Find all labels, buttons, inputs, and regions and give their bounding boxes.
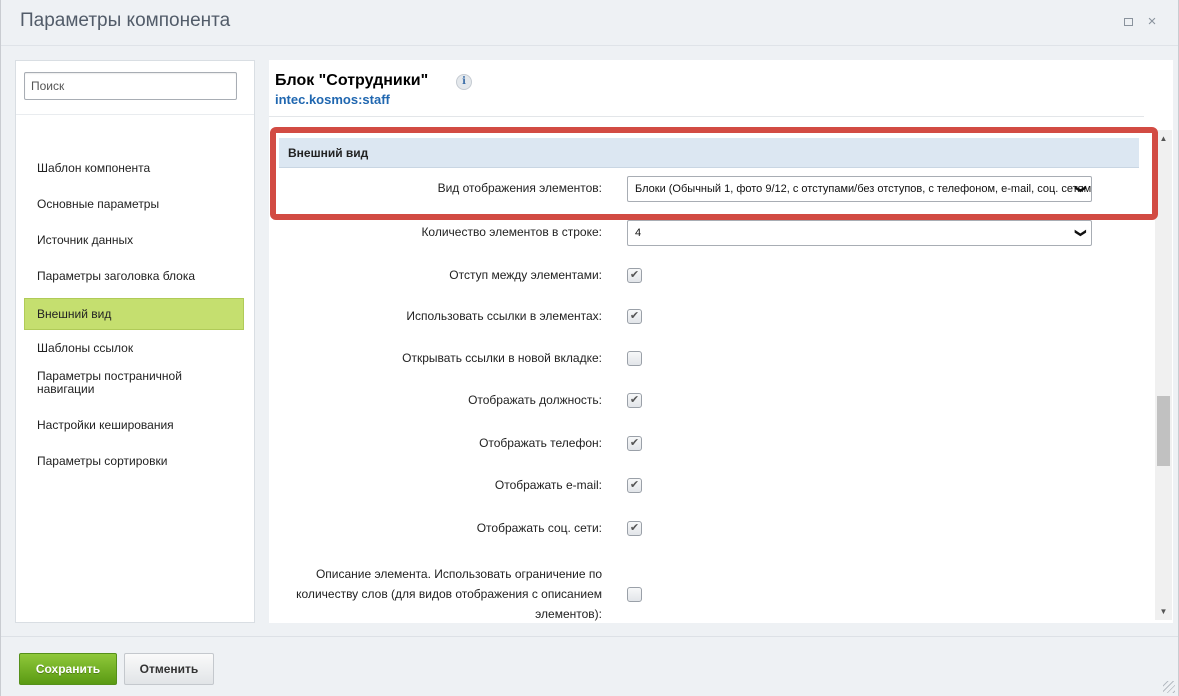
close-icon[interactable]: × <box>1144 14 1160 30</box>
params-scrollbar[interactable]: ▲ ▼ <box>1155 130 1172 620</box>
resize-grip-icon[interactable] <box>1163 681 1175 693</box>
display-type-select[interactable]: Блоки (Обычный 1, фото 9/12, с отступами… <box>627 176 1092 202</box>
param-label: Количество элементов в строке: <box>421 225 602 239</box>
select-value: Блоки (Обычный 1, фото 9/12, с отступами… <box>635 183 1092 195</box>
scroll-down-arrow-icon[interactable]: ▼ <box>1155 603 1172 620</box>
search-area <box>16 61 254 115</box>
param-label: Отображать соц. сети: <box>476 521 602 535</box>
sidebar-item-template[interactable]: Шаблон компонента <box>24 162 244 175</box>
param-row-spacing: Отступ между элементами: ✔ <box>279 266 1139 292</box>
spacing-checkbox[interactable]: ✔ <box>627 268 642 283</box>
param-row-description-limit: Описание элемента. Использовать ограниче… <box>279 552 1139 622</box>
param-label: Использовать ссылки в элементах: <box>406 309 602 323</box>
param-label: Отображать телефон: <box>479 436 602 450</box>
header-divider <box>269 116 1144 117</box>
select-value: 4 <box>635 227 642 239</box>
sidebar: Шаблон компонента Основные параметры Ист… <box>15 60 255 623</box>
param-row-items-per-row: Количество элементов в строке: 4 ❯ <box>279 216 1139 250</box>
phone-checkbox[interactable]: ✔ <box>627 436 642 451</box>
param-label: Отображать должность: <box>468 393 602 407</box>
dialog-titlebar: Параметры компонента × <box>1 0 1178 46</box>
search-input[interactable] <box>24 72 237 100</box>
description-limit-checkbox[interactable] <box>627 587 642 602</box>
dialog-footer: Сохранить Отменить <box>1 636 1178 696</box>
param-label: Отображать e-mail: <box>494 478 602 492</box>
sidebar-item-pagination[interactable]: Параметры постраничной навигации <box>24 370 244 396</box>
param-label: Вид отображения элементов: <box>437 181 602 195</box>
sidebar-item-data-source[interactable]: Источник данных <box>24 234 244 247</box>
param-row-email: Отображать e-mail: ✔ <box>279 476 1139 502</box>
param-row-phone: Отображать телефон: ✔ <box>279 434 1139 460</box>
sidebar-item-main-params[interactable]: Основные параметры <box>24 198 244 211</box>
param-label: Описание элемента. Использовать ограниче… <box>296 567 602 621</box>
dialog-content: Шаблон компонента Основные параметры Ист… <box>1 46 1178 636</box>
sidebar-item-link-templates[interactable]: Шаблоны ссылок <box>24 342 244 355</box>
cancel-button[interactable]: Отменить <box>124 653 214 685</box>
new-tab-checkbox[interactable] <box>627 351 642 366</box>
scroll-up-arrow-icon[interactable]: ▲ <box>1155 130 1172 147</box>
param-label: Отступ между элементами: <box>449 268 602 282</box>
sidebar-item-caching[interactable]: Настройки кеширования <box>24 419 244 432</box>
position-checkbox[interactable]: ✔ <box>627 393 642 408</box>
scroll-thumb[interactable] <box>1157 396 1170 466</box>
param-row-use-links: Использовать ссылки в элементах: ✔ <box>279 307 1139 333</box>
params-scroll-area: Внешний вид Вид отображения элементов: Б… <box>269 126 1154 623</box>
param-row-position: Отображать должность: ✔ <box>279 391 1139 417</box>
param-label: Открывать ссылки в новой вкладке: <box>402 351 602 365</box>
sidebar-item-appearance[interactable]: Внешний вид <box>24 298 244 330</box>
section-header: Внешний вид <box>279 138 1139 168</box>
section-title: Внешний вид <box>288 146 369 160</box>
maximize-icon[interactable] <box>1120 14 1136 30</box>
component-params-dialog: Параметры компонента × Шаблон компонента… <box>0 0 1179 696</box>
items-per-row-select[interactable]: 4 ❯ <box>627 220 1092 246</box>
info-icon[interactable]: i <box>456 74 472 90</box>
param-row-new-tab: Открывать ссылки в новой вкладке: <box>279 349 1139 375</box>
chevron-down-icon: ❯ <box>1074 228 1087 238</box>
email-checkbox[interactable]: ✔ <box>627 478 642 493</box>
block-code: intec.kosmos:staff <box>275 92 390 107</box>
dialog-title: Параметры компонента <box>20 10 231 31</box>
param-row-display-type: Вид отображения элементов: Блоки (Обычны… <box>279 172 1139 206</box>
chevron-down-icon: ❯ <box>1074 184 1087 194</box>
social-checkbox[interactable]: ✔ <box>627 521 642 536</box>
save-button[interactable]: Сохранить <box>19 653 117 685</box>
main-panel: Блок "Сотрудники" i intec.kosmos:staff В… <box>269 60 1173 623</box>
sidebar-item-sorting[interactable]: Параметры сортировки <box>24 455 244 468</box>
block-title: Блок "Сотрудники" <box>275 72 429 89</box>
sidebar-item-block-header[interactable]: Параметры заголовка блока <box>24 270 244 283</box>
use-links-checkbox[interactable]: ✔ <box>627 309 642 324</box>
param-row-social: Отображать соц. сети: ✔ <box>279 519 1139 545</box>
